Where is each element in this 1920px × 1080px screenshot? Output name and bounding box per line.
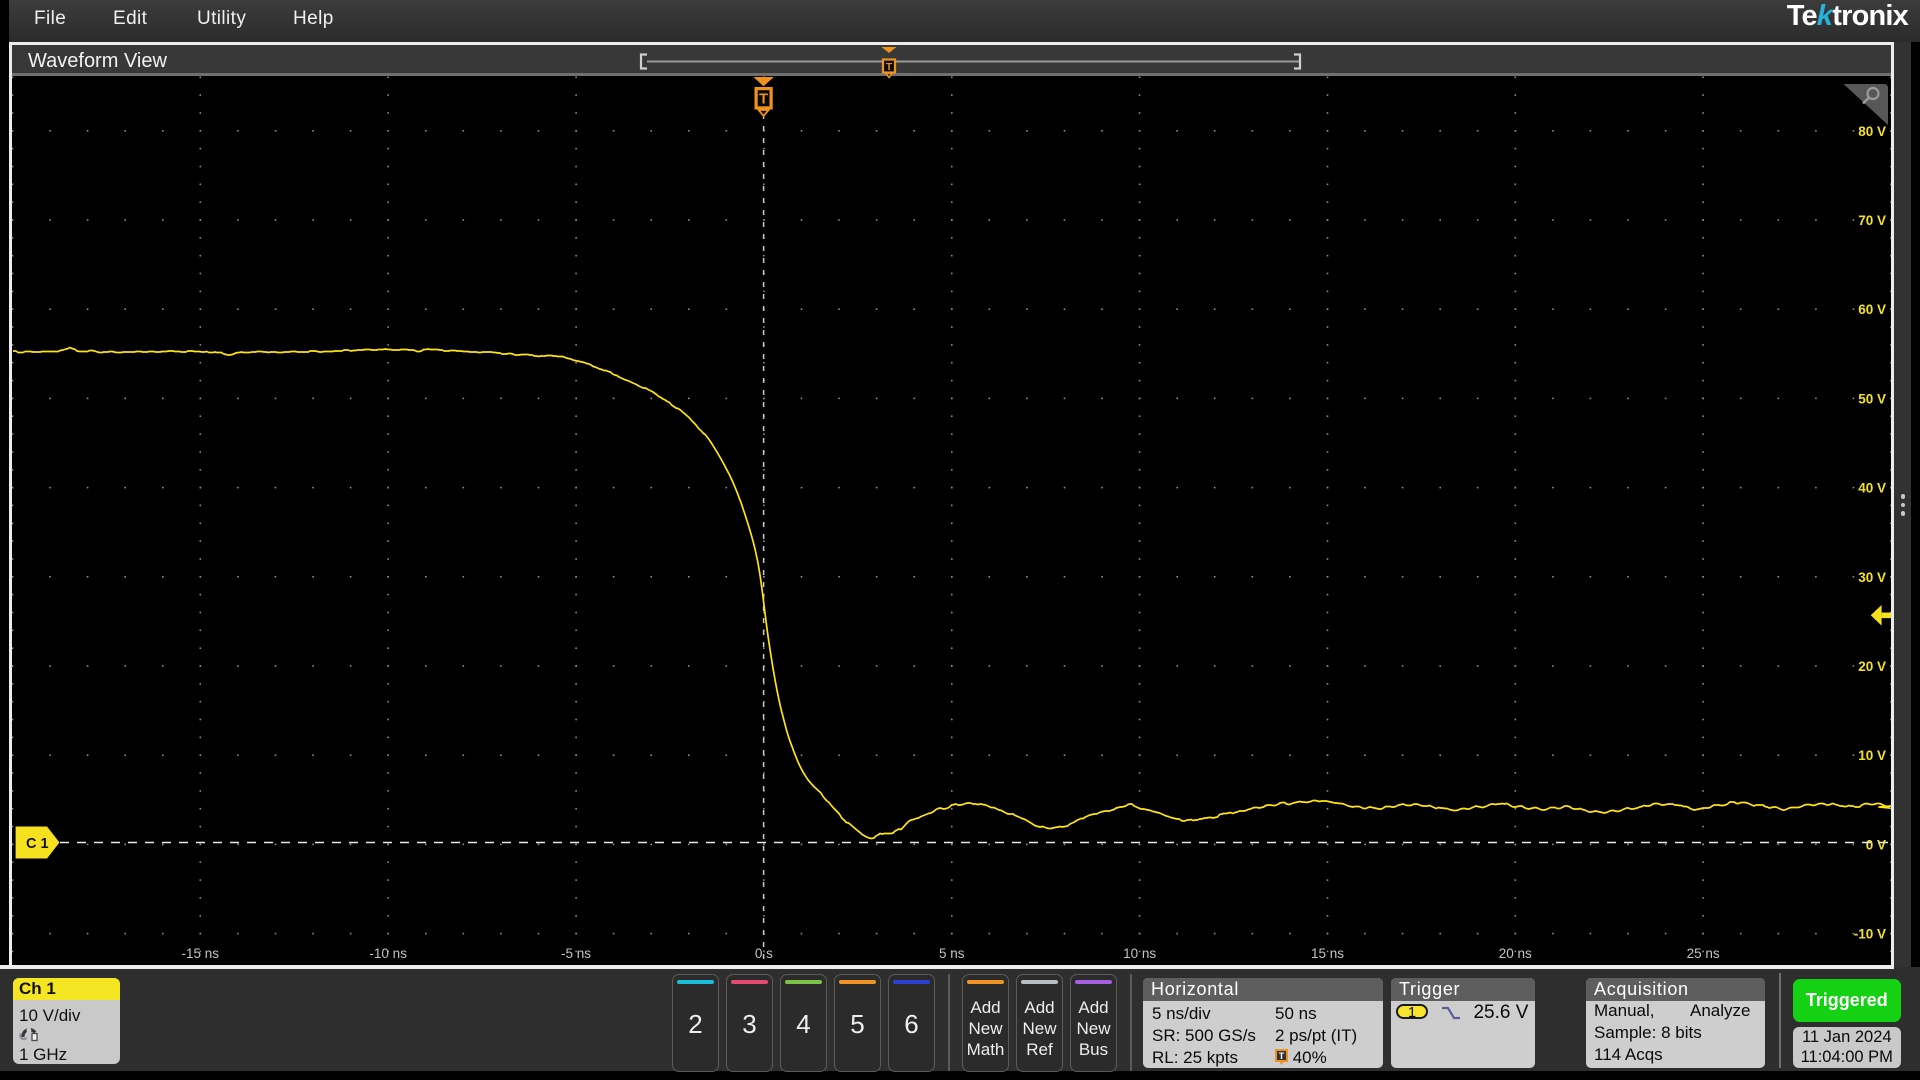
svg-text:20 ns: 20 ns <box>1499 946 1532 961</box>
svg-text:80 V: 80 V <box>1858 124 1886 139</box>
svg-text:40 V: 40 V <box>1858 481 1886 496</box>
svg-text:50 V: 50 V <box>1858 391 1886 406</box>
svg-text:-15 ns: -15 ns <box>182 946 220 961</box>
svg-text:10 ns: 10 ns <box>1123 946 1156 961</box>
svg-text:T: T <box>1279 1051 1285 1061</box>
svg-text:30 V: 30 V <box>1858 570 1886 585</box>
svg-text:15 ns: 15 ns <box>1311 946 1344 961</box>
svg-text:-5 ns: -5 ns <box>561 946 591 961</box>
svg-text:-10 V: -10 V <box>1854 927 1886 942</box>
svg-text:T: T <box>759 92 768 108</box>
svg-text:0 V: 0 V <box>1866 837 1886 852</box>
svg-text:10 V: 10 V <box>1858 748 1886 763</box>
svg-text:25 ns: 25 ns <box>1687 946 1720 961</box>
svg-text:20 V: 20 V <box>1858 659 1886 674</box>
svg-text:70 V: 70 V <box>1858 213 1886 228</box>
svg-text:C 1: C 1 <box>26 836 49 852</box>
svg-text:T: T <box>886 62 892 73</box>
svg-text:5 ns: 5 ns <box>939 946 965 961</box>
svg-text:60 V: 60 V <box>1858 302 1886 317</box>
svg-text:-10 ns: -10 ns <box>369 946 407 961</box>
